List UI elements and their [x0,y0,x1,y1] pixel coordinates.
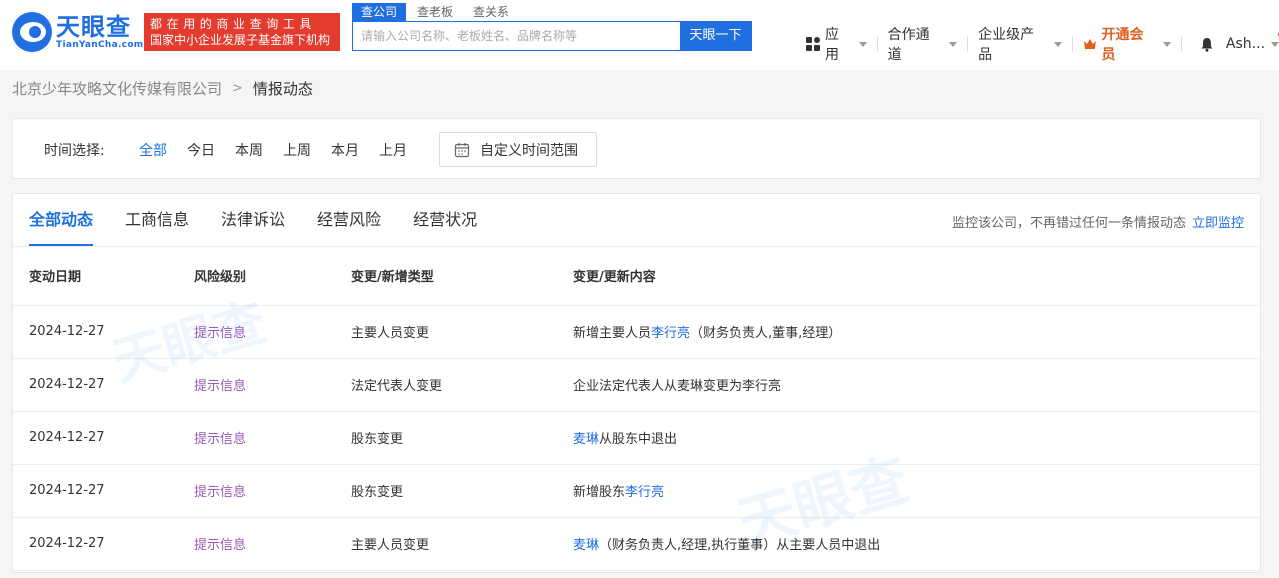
slogan-line-2: 国家中小企业发展子基金旗下机构 [150,33,331,47]
col-type: 变更/新增类型 [351,247,573,306]
time-opt-all[interactable]: 全部 [139,140,167,160]
monitor-prompt: 监控该公司，不再错过任何一条情报动态 立即监控 [952,212,1244,231]
search-tab-boss[interactable]: 查老板 [408,3,462,21]
crown-icon [1083,39,1096,49]
row-risk: 提示信息 [194,358,351,412]
row-risk: 提示信息 [194,464,351,518]
col-content: 变更/更新内容 [573,247,1260,306]
chevron-down-icon [949,41,958,47]
nav-channel[interactable]: 合作通道 [888,24,958,64]
row-type: 主要人员变更 [351,305,573,359]
top-header: 天眼查 TianYanCha.com 都在用的商业查询工具 国家中小企业发展子基… [0,0,1279,70]
user-menu[interactable]: Ash... [1225,32,1279,52]
time-opt-last-month[interactable]: 上月 [379,140,407,160]
breadcrumb-company[interactable]: 北京少年攻略文化传媒有限公司 [12,78,222,99]
eye-logo-icon [12,12,52,52]
category-tabs: 全部动态 工商信息 法律诉讼 经营风险 经营状况 [29,194,509,246]
custom-range-button[interactable]: 自定义时间范围 [439,132,597,167]
row-content: 新增主要人员李行亮（财务负责人,董事,经理） [573,305,1260,359]
person-link[interactable]: 李行亮 [625,485,664,500]
search-box: 天眼一下 [352,21,752,51]
row-content: 企业法定代表人从麦琳变更为李行亮 [573,358,1260,412]
monitor-now-link[interactable]: 立即监控 [1192,216,1244,231]
custom-range-label: 自定义时间范围 [480,142,578,159]
row-content: 麦琳从股东中退出 [573,411,1260,465]
tab-all[interactable]: 全部动态 [29,194,94,246]
bell-icon[interactable] [1200,37,1214,52]
row-date: 2024-12-27 [13,464,194,518]
row-type: 股东变更 [351,411,573,465]
chevron-down-icon [858,41,867,47]
changes-table: 变动日期 风险级别 变更/新增类型 变更/更新内容 2024-12-27 提示信… [13,247,1260,571]
row-content: 麦琳（财务负责人,经理,执行董事）从主要人员中退出 [573,517,1260,571]
row-date: 2024-12-27 [13,358,194,412]
table-header-row: 变动日期 风险级别 变更/新增类型 变更/更新内容 [13,247,1260,306]
search-tab-relation[interactable]: 查关系 [464,3,518,21]
table-row: 2024-12-27 提示信息 股东变更 麦琳从股东中退出 [13,411,1260,465]
nav-enterprise[interactable]: 企业级产品 [978,24,1062,64]
logo[interactable]: 天眼查 TianYanCha.com [12,12,143,52]
tab-litigation[interactable]: 法律诉讼 [221,194,285,246]
row-type: 股东变更 [351,464,573,518]
logo-name: 天眼查 [56,12,131,41]
row-risk: 提示信息 [194,411,351,465]
person-link[interactable]: 麦琳 [573,538,599,553]
chevron-right-icon: > [232,81,243,96]
nav-vip[interactable]: 开通会员 [1083,24,1172,64]
search-tab-company[interactable]: 查公司 [352,3,407,21]
person-link[interactable]: 麦琳 [573,432,599,447]
row-type: 法定代表人变更 [351,358,573,412]
row-risk: 提示信息 [194,305,351,359]
apps-grid-icon [806,37,820,51]
chevron-down-icon [1163,41,1172,47]
nav-enterprise-label: 企业级产品 [978,27,1035,63]
user-name: Ash... [1225,36,1266,52]
nav-vip-label: 开通会员 [1101,27,1144,63]
nav-apps[interactable]: 应用 [806,24,867,64]
person-link[interactable]: 李行亮 [651,326,690,341]
time-filter-panel: 时间选择: 全部 今日 本周 上周 本月 上月 自定义时间范围 [12,118,1261,179]
monitor-text: 监控该公司，不再错过任何一条情报动态 [951,216,1186,231]
time-opt-this-month[interactable]: 本月 [331,140,359,160]
time-opt-today[interactable]: 今日 [187,140,215,160]
table-row: 2024-12-27 提示信息 股东变更 新增股东李行亮 [13,464,1260,518]
col-risk: 风险级别 [194,247,351,306]
tab-business-info[interactable]: 工商信息 [125,194,189,246]
row-date: 2024-12-27 [13,411,194,465]
time-filter-label: 时间选择: [44,143,105,159]
row-type: 主要人员变更 [351,517,573,571]
slogan-line-1: 都在用的商业查询工具 [150,17,317,31]
row-risk: 提示信息 [194,517,351,571]
nav-apps-label: 应用 [825,27,839,63]
time-opt-this-week[interactable]: 本周 [235,140,263,160]
top-nav: 应用 合作通道 企业级产品 开通会员 Ash... [806,24,1279,64]
chevron-down-icon [1053,41,1062,47]
tab-operating-status[interactable]: 经营状况 [413,194,477,246]
search-type-tabs: 查公司 查老板 查关系 [352,3,520,21]
time-filter-options: 全部 今日 本周 上周 本月 上月 [139,140,427,160]
nav-channel-label: 合作通道 [887,27,930,63]
row-date: 2024-12-27 [13,517,194,571]
row-content: 新增股东李行亮 [573,464,1260,518]
tab-operating-risk[interactable]: 经营风险 [317,194,381,246]
breadcrumb-current: 情报动态 [252,80,313,98]
breadcrumb: 北京少年攻略文化传媒有限公司 > 情报动态 [12,78,313,99]
search-input[interactable] [353,22,681,50]
col-date: 变动日期 [13,247,194,306]
slogan-banner[interactable]: 都在用的商业查询工具 国家中小企业发展子基金旗下机构 [144,13,340,51]
chevron-down-icon [1271,41,1279,47]
logo-domain: TianYanCha.com [56,39,144,50]
table-row: 2024-12-27 提示信息 法定代表人变更 企业法定代表人从麦琳变更为李行亮 [13,358,1260,412]
intel-panel: 全部动态 工商信息 法律诉讼 经营风险 经营状况 监控该公司，不再错过任何一条情… [12,193,1261,573]
search-button[interactable]: 天眼一下 [680,22,751,50]
row-date: 2024-12-27 [13,305,194,359]
table-row: 2024-12-27 提示信息 主要人员变更 麦琳（财务负责人,经理,执行董事）… [13,517,1260,571]
calendar-icon [454,142,470,157]
table-row: 2024-12-27 提示信息 主要人员变更 新增主要人员李行亮（财务负责人,董… [13,305,1260,359]
time-opt-last-week[interactable]: 上周 [283,140,311,160]
